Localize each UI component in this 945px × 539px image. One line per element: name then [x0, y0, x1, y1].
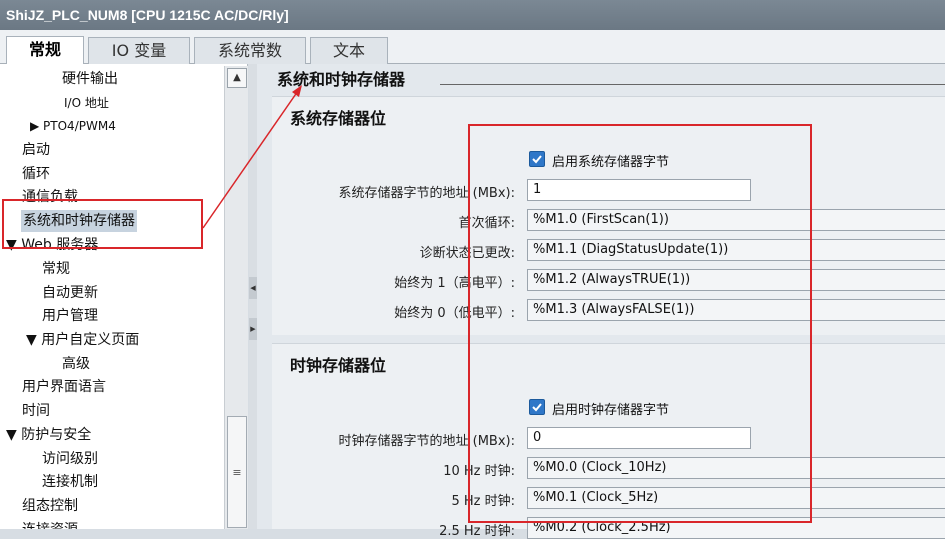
nav-item-hardware-output[interactable]: 硬件输出 [62, 68, 118, 90]
nav-item-io-address[interactable]: I/O 地址 [64, 92, 109, 114]
sidebar-scrollbar[interactable]: ▲ ≡ [224, 66, 248, 529]
section-title: 系统和时钟存储器 [277, 70, 406, 89]
scroll-up-icon[interactable]: ▲ [227, 68, 247, 88]
annotation-box-sidebar [2, 199, 203, 249]
tab-io-tags[interactable]: IO 变量 [88, 37, 190, 64]
nav-item-user-management[interactable]: 用户管理 [42, 305, 98, 327]
nav-item-access-level[interactable]: 访问级别 [42, 448, 98, 470]
system-memory-title: 系统存储器位 [290, 109, 387, 128]
nav-item-configuration-control[interactable]: 组态控制 [22, 495, 78, 517]
scroll-thumb[interactable]: ≡ [227, 416, 247, 528]
window-title: ShiJZ_PLC_NUM8 [CPU 1215C AC/DC/Rly] [0, 0, 945, 30]
annotation-box-settings [468, 124, 812, 523]
nav-item-web-general[interactable]: 常规 [42, 258, 70, 280]
nav-item-protection-security[interactable]: ▼ 防护与安全 [6, 424, 91, 446]
collapse-left-icon[interactable]: ◀ [249, 277, 257, 299]
property-navigation-tree: 硬件输出 I/O 地址 ▶ PTO4/PWM4 启动 循环 通信负载 系统和时钟… [0, 64, 248, 529]
tab-general[interactable]: 常规 [6, 36, 84, 65]
nav-item-ui-language[interactable]: 用户界面语言 [22, 376, 106, 398]
tab-texts[interactable]: 文本 [310, 37, 388, 64]
expand-right-icon[interactable]: ▶ [249, 318, 257, 340]
nav-item-user-defined-pages[interactable]: ▼ 用户自定义页面 [26, 329, 139, 351]
nav-item-auto-update[interactable]: 自动更新 [42, 282, 98, 304]
nav-item-connection-mechanisms[interactable]: 连接机制 [42, 471, 98, 493]
tab-system-constants[interactable]: 系统常数 [194, 37, 306, 64]
section-divider [440, 84, 945, 85]
nav-item-pto4-pwm4[interactable]: ▶ PTO4/PWM4 [30, 115, 116, 137]
tab-bar: 常规 IO 变量 系统常数 文本 [0, 30, 945, 65]
clock-memory-title: 时钟存储器位 [290, 356, 387, 375]
nav-item-time[interactable]: 时间 [22, 400, 50, 422]
nav-item-advanced[interactable]: 高级 [62, 353, 90, 375]
nav-item-connection-resources[interactable]: 连接资源 [22, 519, 78, 529]
nav-item-cycle[interactable]: 循环 [22, 163, 50, 185]
nav-item-startup[interactable]: 启动 [22, 139, 50, 161]
